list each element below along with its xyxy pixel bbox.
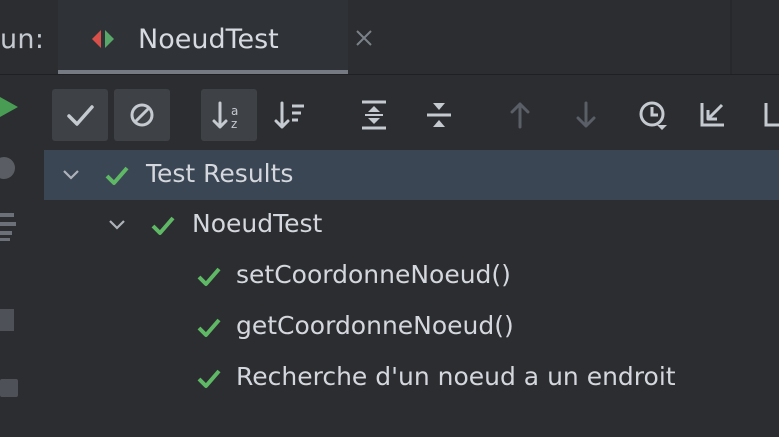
export-icon xyxy=(764,103,779,127)
tree-row-suite[interactable]: NoeudTest xyxy=(44,200,779,250)
passed-check-icon xyxy=(151,216,175,235)
test-run-config-icon xyxy=(92,30,114,48)
test-runner-toolbar: a z xyxy=(44,84,779,146)
tree-label-test-results: Test Results xyxy=(146,159,294,188)
test-history-button[interactable] xyxy=(625,89,681,141)
passed-check-icon xyxy=(197,318,221,337)
tree-row-test[interactable]: getCoordonneNoeud() xyxy=(44,302,779,352)
arrow-down-icon xyxy=(576,101,596,128)
debug-icon[interactable] xyxy=(0,155,24,181)
run-tool-window-header: un: NoeudTest xyxy=(0,0,779,75)
tab-active-indicator xyxy=(58,70,348,74)
arrow-up-icon xyxy=(510,102,530,129)
sort-alphabetically-button[interactable]: a z xyxy=(201,89,257,141)
sort-alphabetically-icon: a z xyxy=(212,101,238,131)
expand-all-icon xyxy=(362,100,386,130)
collapse-all-icon xyxy=(427,103,451,127)
next-failed-test-button[interactable] xyxy=(558,89,614,141)
show-passed-icon xyxy=(67,105,94,126)
rerun-icon[interactable] xyxy=(0,95,22,119)
clock-icon xyxy=(639,101,667,130)
run-label: un: xyxy=(0,24,45,55)
header-divider xyxy=(730,0,732,74)
show-passed-button[interactable] xyxy=(52,89,108,141)
tree-label-test: Recherche d'un noeud a un endroit xyxy=(236,362,676,391)
tree-row-test-results[interactable]: Test Results xyxy=(44,150,779,200)
export-test-results-button[interactable] xyxy=(744,89,779,141)
tree-label-test: setCoordonneNoeud() xyxy=(236,260,511,289)
tree-row-test[interactable]: setCoordonneNoeud() xyxy=(44,251,779,301)
sort-by-duration-button[interactable] xyxy=(263,89,319,141)
expand-all-button[interactable] xyxy=(346,89,402,141)
snapshot-icon[interactable] xyxy=(0,375,22,401)
show-ignored-button[interactable] xyxy=(114,89,170,141)
import-icon xyxy=(700,103,724,127)
sort-by-duration-icon xyxy=(274,101,304,129)
tab-noeudtest[interactable]: NoeudTest xyxy=(58,0,372,74)
stop-icon[interactable] xyxy=(0,305,20,335)
collapse-all-button[interactable] xyxy=(411,89,467,141)
tab-title: NoeudTest xyxy=(138,24,279,55)
show-ignored-icon xyxy=(130,103,154,127)
tree-label-suite: NoeudTest xyxy=(192,209,323,238)
tree-label-test: getCoordonneNoeud() xyxy=(236,311,514,340)
previous-failed-test-button[interactable] xyxy=(492,89,548,141)
test-results-tree: Test Results NoeudTest setCoordonneNoeud… xyxy=(44,150,779,437)
close-icon[interactable] xyxy=(354,28,374,48)
import-tests-button[interactable] xyxy=(684,89,740,141)
chevron-down-icon[interactable] xyxy=(106,214,128,236)
run-side-toolbar xyxy=(0,75,44,437)
passed-check-icon xyxy=(105,166,129,185)
tree-row-test[interactable]: Recherche d'un noeud a un endroit xyxy=(44,353,779,403)
chevron-down-icon[interactable] xyxy=(60,164,82,186)
svg-text:z: z xyxy=(231,117,237,131)
passed-check-icon xyxy=(197,369,221,388)
passed-check-icon xyxy=(197,267,221,286)
settings-icon[interactable] xyxy=(0,210,24,244)
svg-text:a: a xyxy=(231,104,238,118)
